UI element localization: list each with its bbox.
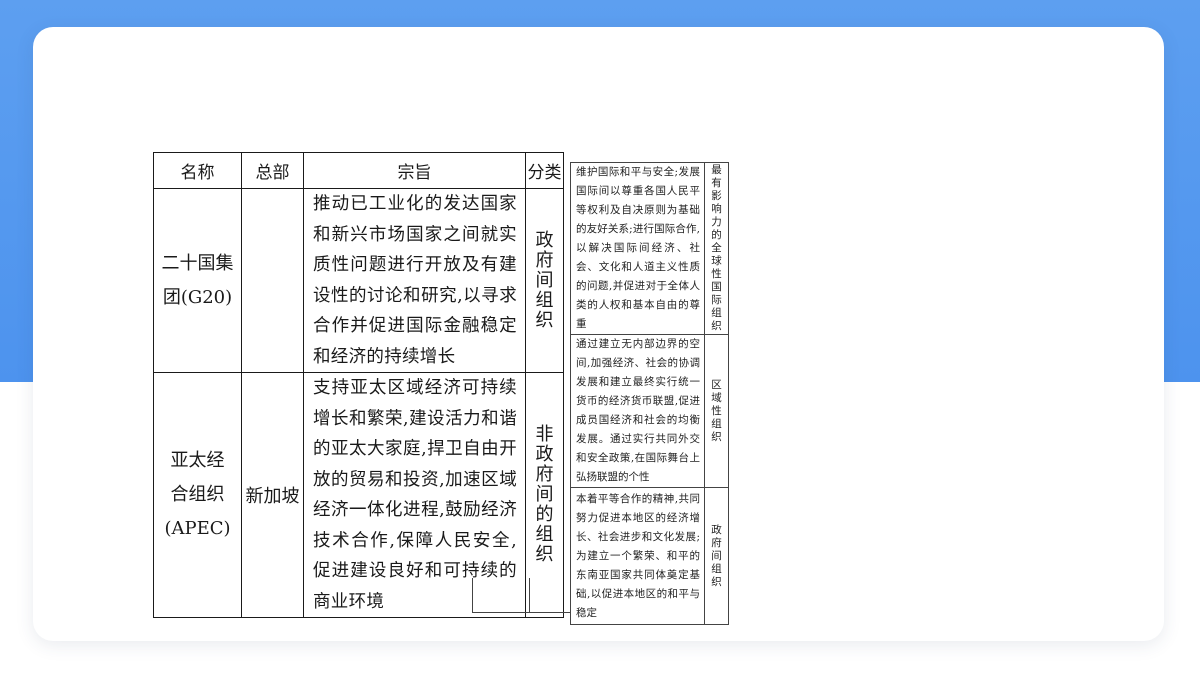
- header-hq: 总部: [241, 152, 304, 189]
- org-name-line: 合组织: [170, 484, 225, 505]
- side-table-row: 通过建立无内部边界的空间,加强经济、社会的协调发展和建立最终实行统一货币的经济货…: [570, 334, 729, 488]
- side-category-cell: 政府间组织: [704, 487, 729, 625]
- side-aim-cell: 维护国际和平与安全;发展国际间以尊重各国人民平等权利及自决原则为基础的友好关系;…: [570, 162, 705, 335]
- table-fragment-lines: [472, 578, 571, 613]
- side-category-text: 区域性组织: [711, 378, 722, 443]
- org-name-line: 二十国集: [161, 252, 234, 274]
- org-category-text: 非政府间的组织: [535, 424, 554, 565]
- org-aim-cell: 推动已工业化的发达国家和新兴市场国家之间就实质性问题进行开放及有建设性的讨论和研…: [303, 188, 526, 373]
- side-category-cell: 最有影响力的全球性国际组织: [704, 162, 729, 335]
- org-name-cell: 二十国集 团(G20): [153, 188, 242, 373]
- organizations-table: 名称 总部 宗旨 分类 二十国集 团(G20) 推动已工业化的发达国家和新兴市场…: [153, 152, 564, 618]
- org-hq-cell: 新加坡: [241, 372, 304, 618]
- side-organizations-table: 维护国际和平与安全;发展国际间以尊重各国人民平等权利及自决原则为基础的友好关系;…: [570, 162, 729, 625]
- side-category-text: 政府间组织: [711, 523, 722, 588]
- side-category-text: 最有影响力的全球性国际组织: [711, 164, 722, 332]
- side-aim-cell: 本着平等合作的精神,共同努力促进本地区的经济增长、社会进步和文化发展;为建立一个…: [570, 487, 705, 625]
- org-hq-cell: [241, 188, 304, 373]
- header-name: 名称: [153, 152, 242, 189]
- org-name-line: 亚太经: [170, 450, 225, 471]
- org-name-cell: 亚太经 合组织 (APEC): [153, 372, 242, 618]
- org-category-text: 政府间组织: [535, 229, 554, 331]
- header-category: 分类: [525, 152, 564, 189]
- header-aim: 宗旨: [303, 152, 526, 189]
- side-aim-cell: 通过建立无内部边界的空间,加强经济、社会的协调发展和建立最终实行统一货币的经济货…: [570, 334, 705, 488]
- org-name-line: 团(G20): [162, 286, 233, 308]
- side-category-cell: 区域性组织: [704, 334, 729, 488]
- table-header-row: 名称 总部 宗旨 分类: [153, 152, 564, 189]
- table-row: 二十国集 团(G20) 推动已工业化的发达国家和新兴市场国家之间就实质性问题进行…: [153, 188, 564, 373]
- side-table-row: 维护国际和平与安全;发展国际间以尊重各国人民平等权利及自决原则为基础的友好关系;…: [570, 162, 729, 335]
- org-name-line: (APEC): [164, 518, 231, 539]
- side-table-row: 本着平等合作的精神,共同努力促进本地区的经济增长、社会进步和文化发展;为建立一个…: [570, 487, 729, 625]
- org-category-cell: 政府间组织: [525, 188, 564, 373]
